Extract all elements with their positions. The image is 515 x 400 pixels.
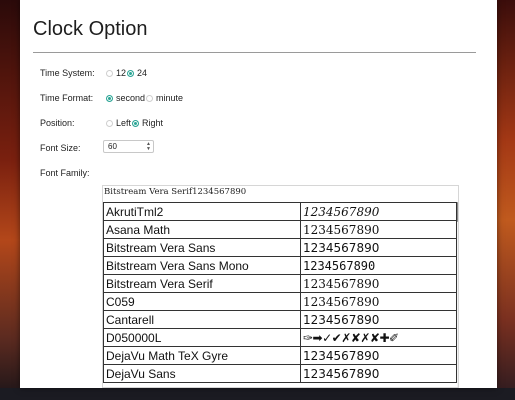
position-option-left-label: Left xyxy=(116,118,132,128)
font-sample: 1234567890 xyxy=(300,220,457,239)
font-row[interactable]: Cantarell 1234567890 xyxy=(103,310,457,329)
time-system-option-12[interactable]: 12 xyxy=(106,68,126,78)
font-sample: 1234567890 xyxy=(300,274,457,293)
font-sample: 1234567890 xyxy=(300,364,457,383)
font-size-value: 60 xyxy=(108,142,117,151)
font-name: Bitstream Vera Sans Mono xyxy=(103,256,301,275)
font-sample: 1234567890 xyxy=(300,310,457,329)
radio-12[interactable] xyxy=(106,69,113,77)
stepper-arrows-icon[interactable]: ▲ ▼ xyxy=(146,142,151,152)
radio-24[interactable] xyxy=(127,69,134,77)
radio-right[interactable] xyxy=(132,119,139,127)
font-family-selected-preview: Bitstream Vera Serif1234567890 xyxy=(104,187,247,197)
font-list-scrollbar-thumb[interactable] xyxy=(457,202,458,222)
font-row[interactable]: DejaVu Sans 1234567890 xyxy=(103,364,457,383)
font-row[interactable]: C059 1234567890 xyxy=(103,292,457,311)
font-row[interactable]: Bitstream Vera Sans Mono 1234567890 xyxy=(103,256,457,275)
font-name: AkrutiTml2 xyxy=(103,202,301,221)
time-system-option-24-label: 24 xyxy=(137,68,148,78)
font-row[interactable]: AkrutiTml2 1234567890 xyxy=(103,202,457,221)
font-size-stepper[interactable]: 60 ▲ ▼ xyxy=(103,140,154,153)
font-name: Bitstream Vera Sans xyxy=(103,238,301,257)
time-system-option-24[interactable]: 24 xyxy=(127,68,147,78)
font-family-label: Font Family: xyxy=(40,168,90,178)
font-row[interactable]: DejaVu Math TeX Gyre 1234567890 xyxy=(103,346,457,365)
font-name: DejaVu Math TeX Gyre xyxy=(103,346,301,365)
font-name: C059 xyxy=(103,292,301,311)
radio-minute[interactable] xyxy=(146,94,153,102)
font-family-list[interactable]: Bitstream Vera Serif1234567890 AkrutiTml… xyxy=(102,185,459,388)
font-family-table: AkrutiTml2 1234567890 Asana Math 1234567… xyxy=(103,202,457,383)
font-sample: 1234567890 xyxy=(300,202,457,221)
time-format-option-second[interactable]: second xyxy=(106,93,145,103)
time-format-option-minute-label: minute xyxy=(156,93,184,103)
font-sample: 1234567890 xyxy=(300,292,457,311)
desktop-wallpaper-bottom xyxy=(0,388,515,400)
font-list-scrollbar[interactable] xyxy=(457,202,458,387)
position-option-right-label: Right xyxy=(142,118,164,128)
font-sample: 1234567890 xyxy=(300,346,457,365)
font-row[interactable]: Bitstream Vera Serif 1234567890 xyxy=(103,274,457,293)
font-row[interactable]: Asana Math 1234567890 xyxy=(103,220,457,239)
time-system-option-12-label: 12 xyxy=(116,68,127,78)
position-label: Position: xyxy=(40,118,75,128)
title-divider xyxy=(33,52,476,53)
time-format-option-minute[interactable]: minute xyxy=(146,93,183,103)
font-name: DejaVu Sans xyxy=(103,364,301,383)
radio-second[interactable] xyxy=(106,94,113,102)
font-name: D050000L xyxy=(103,328,301,347)
font-name: Cantarell xyxy=(103,310,301,329)
position-option-left[interactable]: Left xyxy=(106,118,131,128)
desktop-wallpaper-right xyxy=(497,0,515,400)
position-option-right[interactable]: Right xyxy=(132,118,163,128)
font-row[interactable]: Bitstream Vera Sans 1234567890 xyxy=(103,238,457,257)
font-sample: 1234567890 xyxy=(300,256,457,275)
font-name: Asana Math xyxy=(103,220,301,239)
time-format-label: Time Format: xyxy=(40,93,94,103)
font-sample: 1234567890 xyxy=(300,238,457,257)
time-system-label: Time System: xyxy=(40,68,95,78)
radio-left[interactable] xyxy=(106,119,113,127)
font-sample: ✑➡✓✔✗✘✗✘✚✐ xyxy=(300,328,457,347)
time-format-option-second-label: second xyxy=(116,93,146,103)
font-row[interactable]: D050000L ✑➡✓✔✗✘✗✘✚✐ xyxy=(103,328,457,347)
desktop-wallpaper-left xyxy=(0,0,20,400)
font-size-label: Font Size: xyxy=(40,143,81,153)
font-name: Bitstream Vera Serif xyxy=(103,274,301,293)
dialog-title: Clock Option xyxy=(33,18,148,40)
clock-option-dialog: Clock Option Time System: 12 24 Time For… xyxy=(20,0,497,388)
